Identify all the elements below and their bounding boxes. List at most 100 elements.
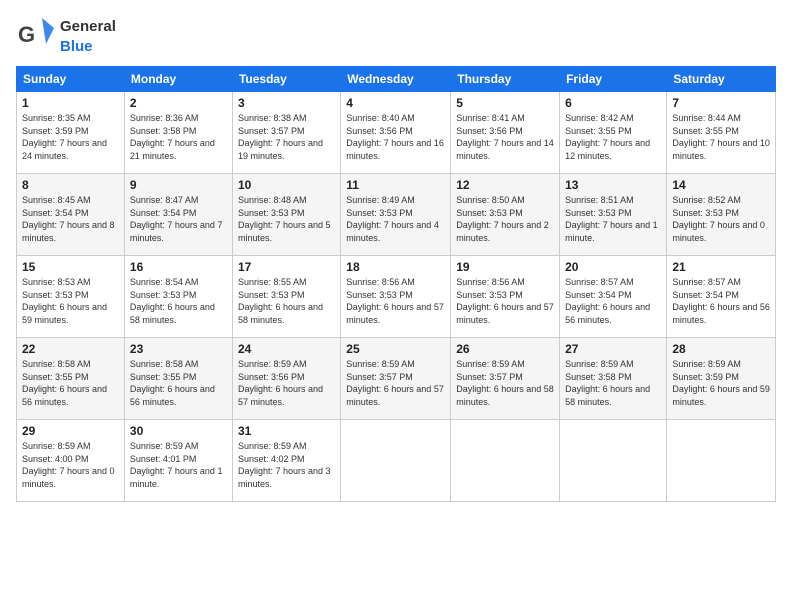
calendar-cell: 30 Sunrise: 8:59 AMSunset: 4:01 PMDayligh…	[124, 420, 232, 502]
calendar-cell: 1 Sunrise: 8:35 AMSunset: 3:59 PMDaylight…	[17, 92, 125, 174]
day-number: 4	[346, 96, 445, 110]
dow-header-sunday: Sunday	[17, 67, 125, 92]
day-number: 3	[238, 96, 335, 110]
day-info: Sunrise: 8:57 AMSunset: 3:54 PMDaylight:…	[565, 276, 661, 326]
calendar-cell: 4 Sunrise: 8:40 AMSunset: 3:56 PMDaylight…	[341, 92, 451, 174]
day-number: 16	[130, 260, 227, 274]
calendar-cell: 28 Sunrise: 8:59 AMSunset: 3:59 PMDayligh…	[667, 338, 776, 420]
week-row-2: 8 Sunrise: 8:45 AMSunset: 3:54 PMDaylight…	[17, 174, 776, 256]
calendar-cell: 9Sunrise: 8:47 AMSunset: 3:54 PMDaylight…	[124, 174, 232, 256]
day-info: Sunrise: 8:52 AMSunset: 3:53 PMDaylight:…	[672, 194, 770, 244]
dow-header-wednesday: Wednesday	[341, 67, 451, 92]
day-number: 12	[456, 178, 554, 192]
day-info: Sunrise: 8:48 AMSunset: 3:53 PMDaylight:…	[238, 194, 335, 244]
calendar-cell: 6 Sunrise: 8:42 AMSunset: 3:55 PMDaylight…	[560, 92, 667, 174]
day-number: 8	[22, 178, 119, 192]
day-info: Sunrise: 8:53 AMSunset: 3:53 PMDaylight:…	[22, 276, 119, 326]
calendar-cell: 14 Sunrise: 8:52 AMSunset: 3:53 PMDayligh…	[667, 174, 776, 256]
day-number: 28	[672, 342, 770, 356]
day-info: Sunrise: 8:55 AMSunset: 3:53 PMDaylight:…	[238, 276, 335, 326]
svg-text:G: G	[18, 22, 35, 47]
calendar-cell	[560, 420, 667, 502]
calendar-cell: 12 Sunrise: 8:50 AMSunset: 3:53 PMDayligh…	[451, 174, 560, 256]
day-info: Sunrise: 8:59 AMSunset: 4:00 PMDaylight:…	[22, 440, 119, 490]
day-info: Sunrise: 8:59 AMSunset: 3:57 PMDaylight:…	[456, 358, 554, 408]
days-of-week-row: SundayMondayTuesdayWednesdayThursdayFrid…	[17, 67, 776, 92]
day-info: Sunrise: 8:58 AMSunset: 3:55 PMDaylight:…	[22, 358, 119, 408]
day-number: 19	[456, 260, 554, 274]
calendar-cell: 13 Sunrise: 8:51 AMSunset: 3:53 PMDayligh…	[560, 174, 667, 256]
calendar-cell: 23 Sunrise: 8:58 AMSunset: 3:55 PMDayligh…	[124, 338, 232, 420]
logo-general: General	[60, 18, 116, 35]
day-number: 7	[672, 96, 770, 110]
day-number: 15	[22, 260, 119, 274]
calendar-cell	[451, 420, 560, 502]
day-number: 23	[130, 342, 227, 356]
calendar-cell: 11 Sunrise: 8:49 AMSunset: 3:53 PMDayligh…	[341, 174, 451, 256]
day-info: Sunrise: 8:49 AMSunset: 3:53 PMDaylight:…	[346, 194, 445, 244]
day-info: Sunrise: 8:59 AMSunset: 3:59 PMDaylight:…	[672, 358, 770, 408]
calendar-cell: 8 Sunrise: 8:45 AMSunset: 3:54 PMDaylight…	[17, 174, 125, 256]
calendar-cell	[667, 420, 776, 502]
logo-text: General Blue	[60, 16, 116, 56]
logo-svg: G	[16, 16, 56, 56]
day-number: 5	[456, 96, 554, 110]
day-number: 13	[565, 178, 661, 192]
calendar-table: SundayMondayTuesdayWednesdayThursdayFrid…	[16, 66, 776, 502]
calendar-cell: 29 Sunrise: 8:59 AMSunset: 4:00 PMDayligh…	[17, 420, 125, 502]
day-number: 2	[130, 96, 227, 110]
day-number: 24	[238, 342, 335, 356]
day-number: 11	[346, 178, 445, 192]
day-info: Sunrise: 8:45 AMSunset: 3:54 PMDaylight:…	[22, 194, 119, 244]
calendar-cell: 16 Sunrise: 8:54 AMSunset: 3:53 PMDayligh…	[124, 256, 232, 338]
day-number: 21	[672, 260, 770, 274]
calendar-cell: 7 Sunrise: 8:44 AMSunset: 3:55 PMDaylight…	[667, 92, 776, 174]
day-number: 6	[565, 96, 661, 110]
calendar-cell: 27Sunrise: 8:59 AMSunset: 3:58 PMDayligh…	[560, 338, 667, 420]
day-info: Sunrise: 8:59 AMSunset: 4:01 PMDaylight:…	[130, 440, 227, 490]
calendar-cell: 5Sunrise: 8:41 AMSunset: 3:56 PMDaylight…	[451, 92, 560, 174]
calendar-cell: 10Sunrise: 8:48 AMSunset: 3:53 PMDayligh…	[232, 174, 340, 256]
day-info: Sunrise: 8:40 AMSunset: 3:56 PMDaylight:…	[346, 112, 445, 162]
day-number: 30	[130, 424, 227, 438]
calendar-cell: 3Sunrise: 8:38 AMSunset: 3:57 PMDaylight…	[232, 92, 340, 174]
day-info: Sunrise: 8:59 AMSunset: 3:57 PMDaylight:…	[346, 358, 445, 408]
calendar-cell: 17 Sunrise: 8:55 AMSunset: 3:53 PMDayligh…	[232, 256, 340, 338]
week-row-3: 15 Sunrise: 8:53 AMSunset: 3:53 PMDayligh…	[17, 256, 776, 338]
logo: G General Blue	[16, 16, 116, 56]
day-number: 29	[22, 424, 119, 438]
calendar-cell: 15 Sunrise: 8:53 AMSunset: 3:53 PMDayligh…	[17, 256, 125, 338]
day-info: Sunrise: 8:47 AMSunset: 3:54 PMDaylight:…	[130, 194, 227, 244]
calendar-body: 1 Sunrise: 8:35 AMSunset: 3:59 PMDaylight…	[17, 92, 776, 502]
day-number: 31	[238, 424, 335, 438]
calendar-cell: 21 Sunrise: 8:57 AMSunset: 3:54 PMDayligh…	[667, 256, 776, 338]
day-number: 14	[672, 178, 770, 192]
day-info: Sunrise: 8:54 AMSunset: 3:53 PMDaylight:…	[130, 276, 227, 326]
calendar-cell: 18 Sunrise: 8:56 AMSunset: 3:53 PMDayligh…	[341, 256, 451, 338]
dow-header-saturday: Saturday	[667, 67, 776, 92]
dow-header-tuesday: Tuesday	[232, 67, 340, 92]
day-info: Sunrise: 8:50 AMSunset: 3:53 PMDaylight:…	[456, 194, 554, 244]
day-number: 17	[238, 260, 335, 274]
day-info: Sunrise: 8:36 AMSunset: 3:58 PMDaylight:…	[130, 112, 227, 162]
day-info: Sunrise: 8:42 AMSunset: 3:55 PMDaylight:…	[565, 112, 661, 162]
day-info: Sunrise: 8:59 AMSunset: 3:58 PMDaylight:…	[565, 358, 661, 408]
day-info: Sunrise: 8:56 AMSunset: 3:53 PMDaylight:…	[456, 276, 554, 326]
week-row-1: 1 Sunrise: 8:35 AMSunset: 3:59 PMDaylight…	[17, 92, 776, 174]
calendar-cell: 31Sunrise: 8:59 AMSunset: 4:02 PMDayligh…	[232, 420, 340, 502]
day-info: Sunrise: 8:44 AMSunset: 3:55 PMDaylight:…	[672, 112, 770, 162]
day-info: Sunrise: 8:58 AMSunset: 3:55 PMDaylight:…	[130, 358, 227, 408]
day-info: Sunrise: 8:57 AMSunset: 3:54 PMDaylight:…	[672, 276, 770, 326]
day-number: 18	[346, 260, 445, 274]
day-number: 22	[22, 342, 119, 356]
day-number: 26	[456, 342, 554, 356]
day-info: Sunrise: 8:51 AMSunset: 3:53 PMDaylight:…	[565, 194, 661, 244]
day-info: Sunrise: 8:35 AMSunset: 3:59 PMDaylight:…	[22, 112, 119, 162]
day-number: 1	[22, 96, 119, 110]
logo-blue: Blue	[60, 38, 93, 55]
calendar-cell: 25Sunrise: 8:59 AMSunset: 3:57 PMDayligh…	[341, 338, 451, 420]
day-info: Sunrise: 8:56 AMSunset: 3:53 PMDaylight:…	[346, 276, 445, 326]
dow-header-thursday: Thursday	[451, 67, 560, 92]
calendar-cell: 2 Sunrise: 8:36 AMSunset: 3:58 PMDaylight…	[124, 92, 232, 174]
dow-header-friday: Friday	[560, 67, 667, 92]
